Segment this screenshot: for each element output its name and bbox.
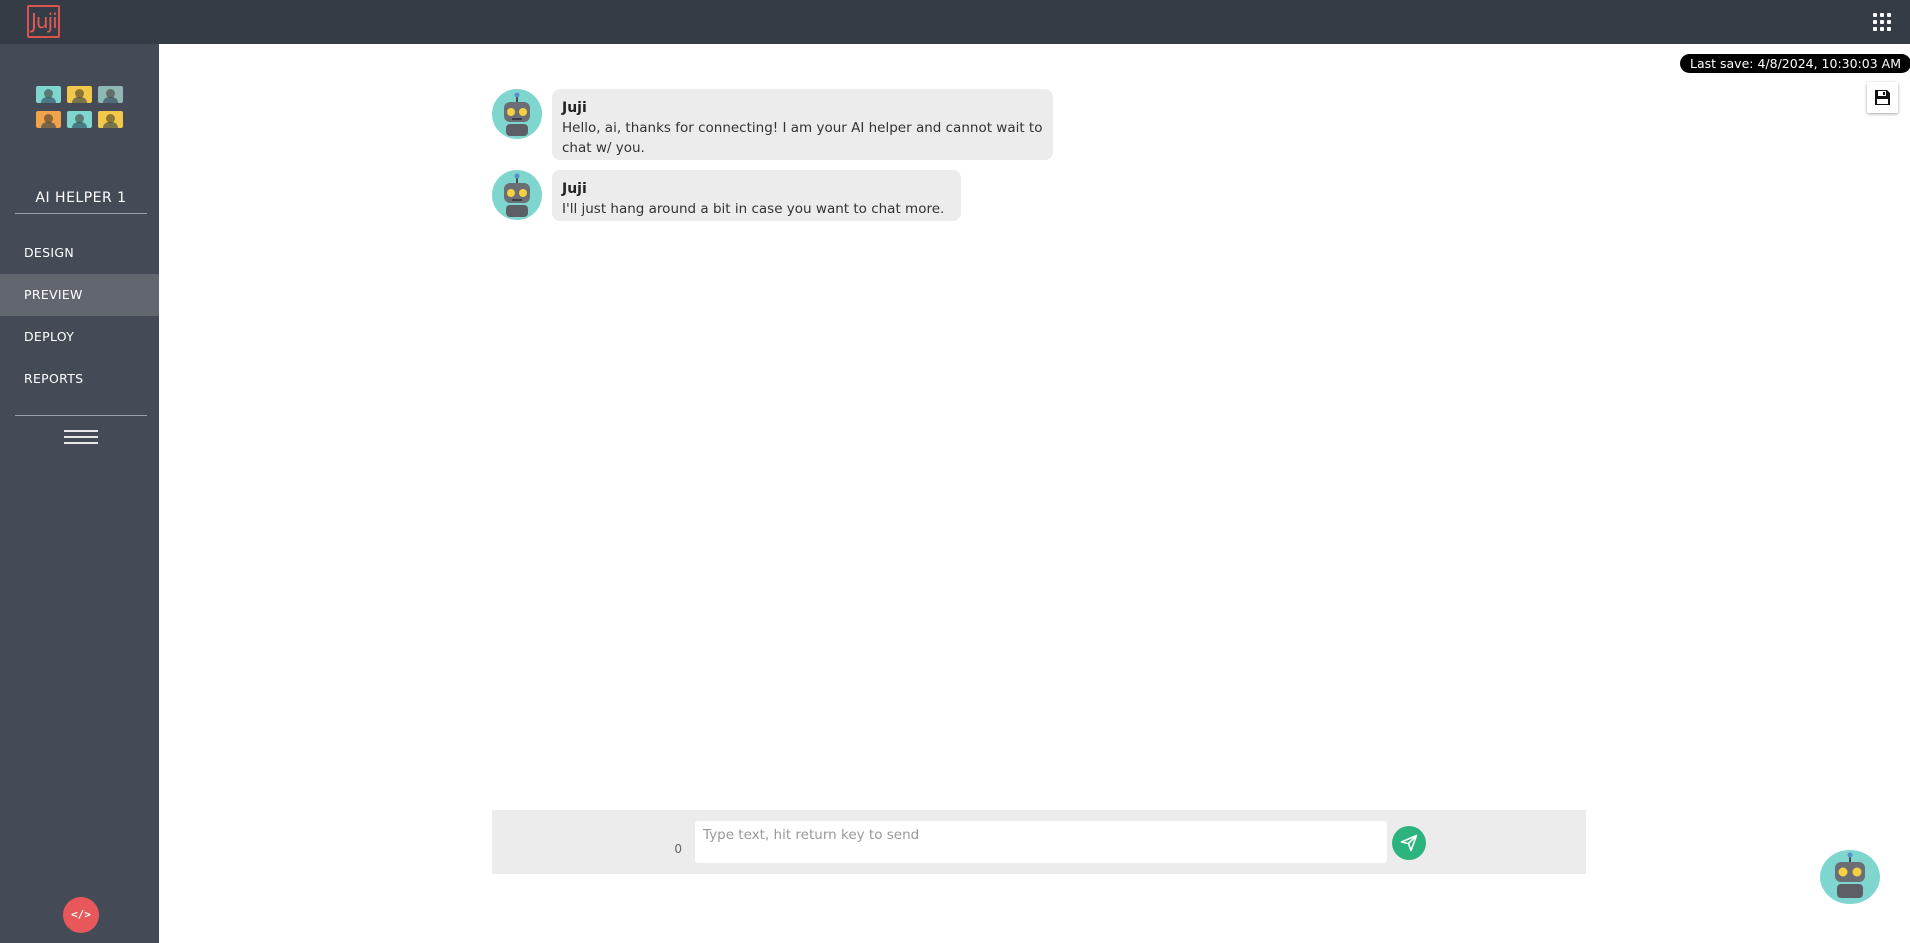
avatar-tile [36, 111, 61, 128]
send-button[interactable] [1392, 826, 1426, 860]
char-counter: 0 [674, 842, 682, 856]
message-bubble: Juji Hello, ai, thanks for connecting! I… [552, 89, 1053, 160]
chat-text-input[interactable] [695, 821, 1387, 863]
logo-text: Juji [31, 9, 58, 33]
sidebar-nav: DESIGN PREVIEW DEPLOY REPORTS [0, 232, 159, 400]
top-bar: Juji [0, 0, 1910, 44]
message-sender: Juji [562, 100, 587, 116]
sidebar-divider [15, 415, 147, 416]
helper-avatar-collage [36, 86, 124, 132]
floppy-disk-icon [1875, 90, 1890, 105]
helper-name: AI HELPER 1 [15, 190, 147, 214]
avatar-tile [67, 86, 92, 103]
juji-logo[interactable]: Juji [27, 5, 60, 38]
message-text: Hello, ai, thanks for connecting! I am y… [562, 120, 1043, 156]
paper-plane-icon [1400, 834, 1418, 852]
chat-launcher-bot[interactable] [1819, 848, 1881, 904]
chat-input-bar: 0 [492, 810, 1586, 874]
message-bubble: Juji I'll just hang around a bit in case… [552, 170, 961, 221]
embed-code-button[interactable]: </> [63, 897, 99, 933]
bot-avatar [492, 170, 542, 220]
bot-avatar [492, 89, 542, 139]
sidebar-item-design[interactable]: DESIGN [0, 232, 159, 274]
message-text: I'll just hang around a bit in case you … [562, 201, 945, 217]
sidebar-item-deploy[interactable]: DEPLOY [0, 316, 159, 358]
avatar-tile [67, 111, 92, 128]
sidebar-item-reports[interactable]: REPORTS [0, 358, 159, 400]
avatar-tile [98, 111, 123, 128]
apps-grid-icon[interactable] [1873, 13, 1891, 31]
hamburger-icon[interactable] [64, 430, 98, 448]
sidebar: AI HELPER 1 DESIGN PREVIEW DEPLOY REPORT… [0, 44, 159, 943]
last-save-badge: Last save: 4/8/2024, 10:30:03 AM [1680, 54, 1910, 73]
avatar-tile [36, 86, 61, 103]
sidebar-item-preview[interactable]: PREVIEW [0, 274, 159, 316]
avatar-tile [98, 86, 123, 103]
message-sender: Juji [562, 181, 587, 197]
save-button[interactable] [1867, 82, 1898, 113]
